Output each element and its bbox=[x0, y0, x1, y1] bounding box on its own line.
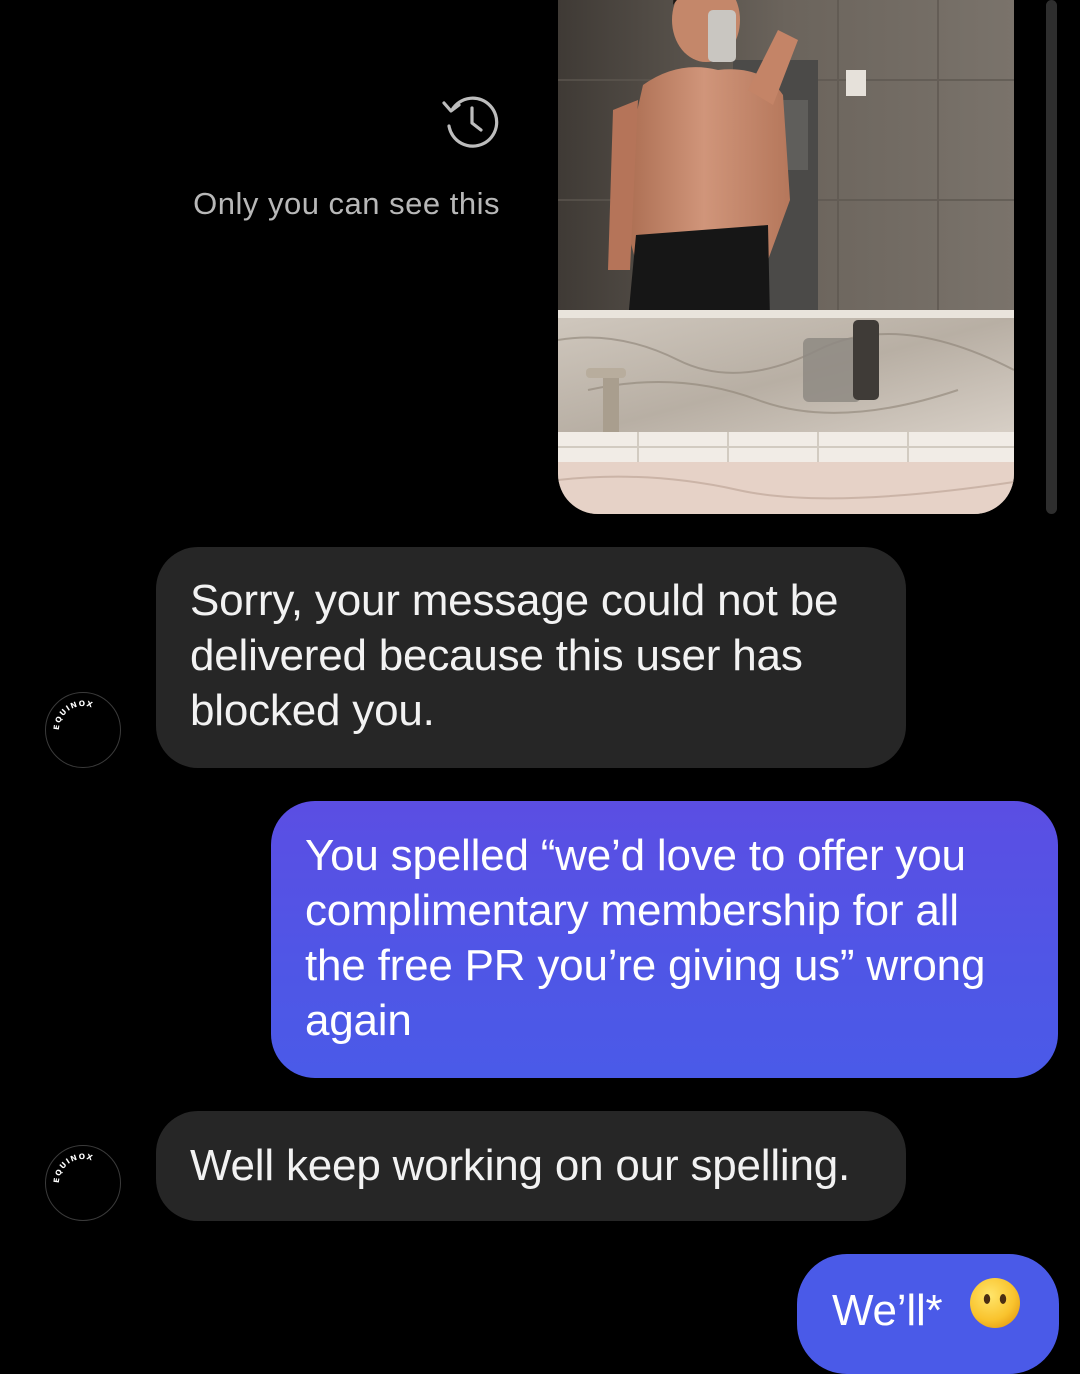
message-text: You spelled “we’d love to offer you comp… bbox=[305, 831, 986, 1045]
mirror-selfie-photo-icon bbox=[558, 0, 1014, 514]
equinox-logo-icon: EQUINOX bbox=[52, 699, 95, 730]
message-text: Sorry, your message could not be deliver… bbox=[190, 576, 839, 735]
avatar[interactable]: EQUINOX bbox=[45, 692, 121, 768]
svg-text:EQUINOX: EQUINOX bbox=[52, 1152, 95, 1183]
avatar-text: EQUINOX bbox=[52, 1152, 94, 1183]
message-outgoing[interactable]: We’ll* bbox=[797, 1254, 1059, 1374]
photo-message[interactable] bbox=[558, 0, 1014, 514]
avatar-text: EQUINOX bbox=[52, 699, 94, 730]
avatar[interactable]: EQUINOX bbox=[45, 1145, 121, 1221]
message-incoming[interactable]: Well keep working on our spelling. bbox=[156, 1111, 906, 1221]
svg-text:EQUINOX: EQUINOX bbox=[52, 699, 95, 730]
message-text: We’ll* bbox=[832, 1286, 943, 1335]
history-icon bbox=[440, 90, 502, 152]
vanish-notice: Only you can see this bbox=[193, 186, 500, 221]
scrollbar[interactable] bbox=[1046, 0, 1057, 514]
equinox-logo-icon: EQUINOX bbox=[52, 1152, 95, 1183]
message-text: Well keep working on our spelling. bbox=[190, 1141, 851, 1190]
face-without-mouth-emoji-icon bbox=[969, 1277, 1021, 1342]
message-outgoing[interactable]: You spelled “we’d love to offer you comp… bbox=[271, 801, 1058, 1078]
message-incoming[interactable]: Sorry, your message could not be deliver… bbox=[156, 547, 906, 768]
